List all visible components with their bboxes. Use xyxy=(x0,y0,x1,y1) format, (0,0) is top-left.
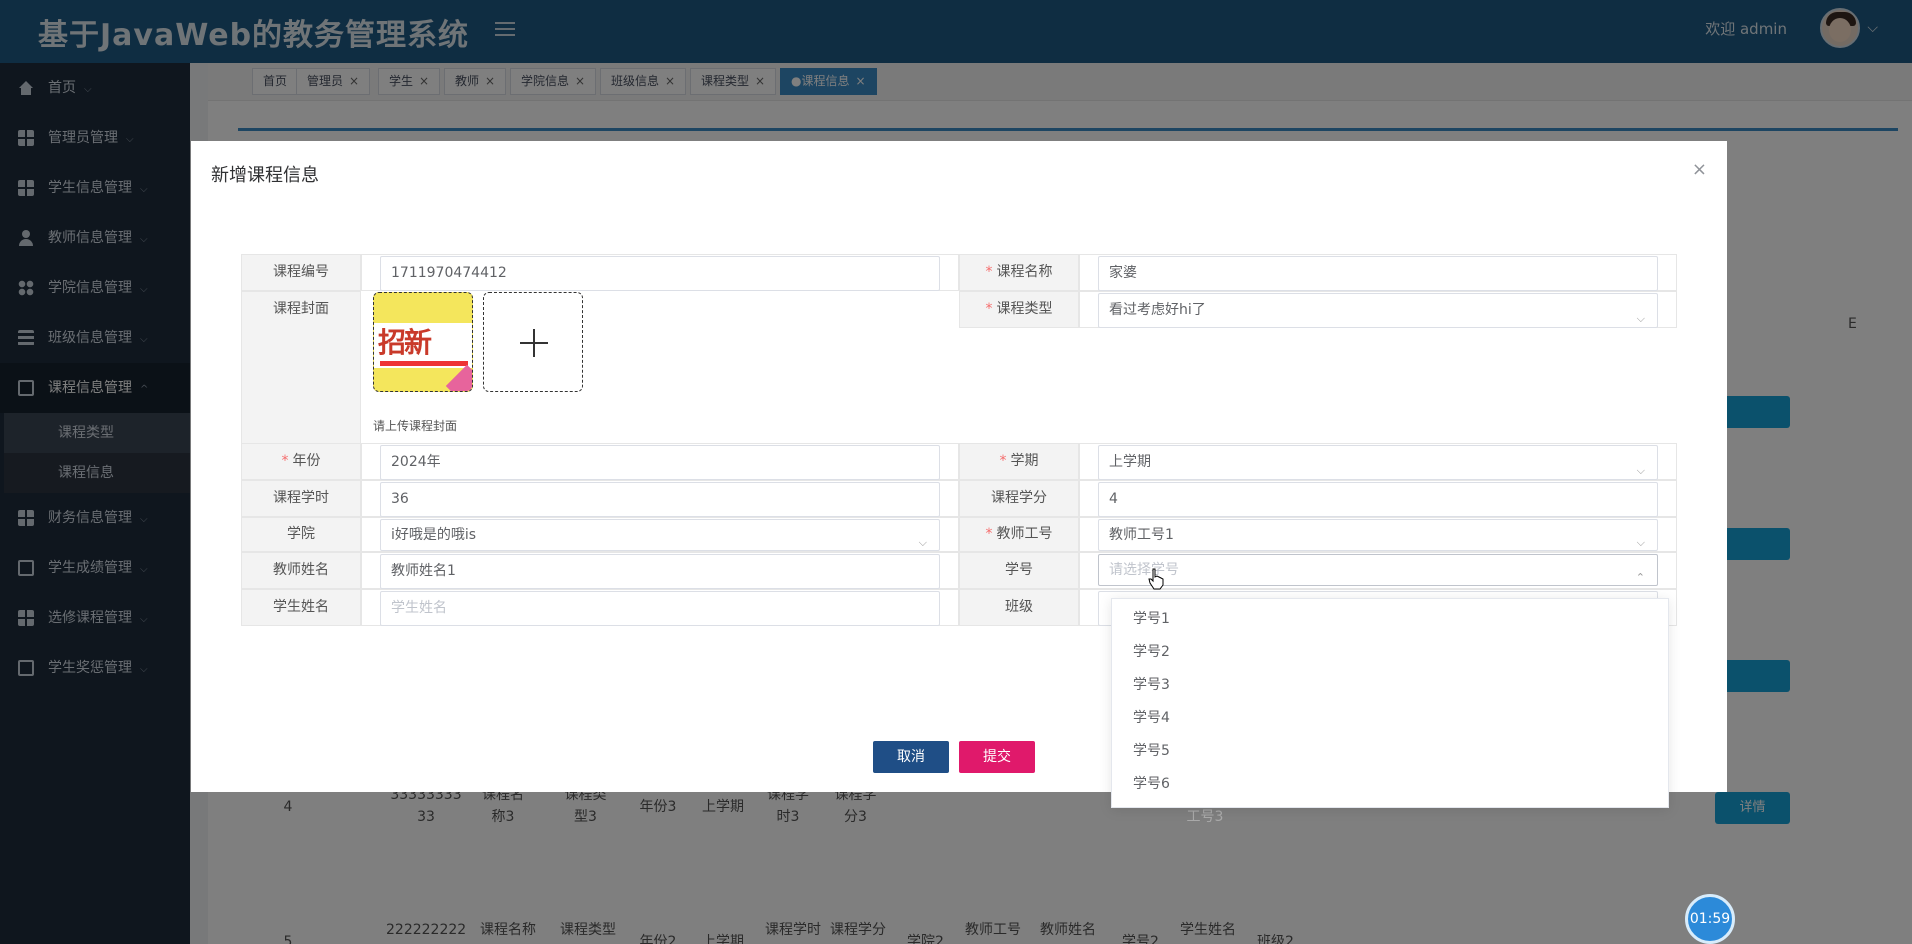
label-year: * 年份 xyxy=(241,443,361,480)
submit-button[interactable]: 提交 xyxy=(959,741,1035,773)
label-class: 班级 xyxy=(959,589,1079,626)
upload-tip: 请上传课程封面 xyxy=(373,419,458,433)
label-student-name: 学生姓名 xyxy=(241,589,361,626)
dialog-title: 新增课程信息 xyxy=(211,165,319,186)
student-id-select[interactable]: 请选择学号 ⌃ xyxy=(1098,554,1658,586)
student-name-input[interactable]: 学生姓名 xyxy=(380,591,940,626)
credit-input[interactable]: 4 xyxy=(1098,482,1658,517)
year-input[interactable]: 2024年 xyxy=(380,445,940,480)
label-teacher-name: 教师姓名 xyxy=(241,552,361,589)
hours-input[interactable]: 36 xyxy=(380,482,940,517)
cover-thumbnail[interactable]: 招新 xyxy=(373,292,473,392)
hand-cursor-icon xyxy=(1148,568,1164,590)
label-student-id: 学号 xyxy=(959,552,1079,589)
cancel-button[interactable]: 取消 xyxy=(873,741,949,773)
label-term: * 学期 xyxy=(959,443,1079,480)
timer-badge[interactable]: 01:59 xyxy=(1685,894,1735,944)
dropdown-option[interactable]: 学号6 xyxy=(1112,768,1668,801)
chevron-down-icon: ⌵ xyxy=(1636,312,1645,325)
teacher-id-select[interactable]: 教师工号1 ⌵ xyxy=(1098,519,1658,551)
label-credit: 课程学分 xyxy=(959,480,1079,517)
dropdown-option[interactable]: 学号1 xyxy=(1112,603,1668,636)
student-id-dropdown: 学号1 学号2 学号3 学号4 学号5 学号6 xyxy=(1111,598,1669,808)
dropdown-option[interactable]: 学号2 xyxy=(1112,636,1668,669)
label-teacher-id: * 教师工号 xyxy=(959,517,1079,552)
course-type-select[interactable]: 看过考虑好hi了 ⌵ xyxy=(1098,293,1658,328)
label-course-type: * 课程类型 xyxy=(959,291,1079,328)
college-select[interactable]: i好哦是的哦is ⌵ xyxy=(380,519,940,551)
label-course-name: * 课程名称 xyxy=(959,254,1079,291)
dropdown-option[interactable]: 学号3 xyxy=(1112,669,1668,702)
label-college: 学院 xyxy=(241,517,361,552)
label-course-code: 课程编号 xyxy=(241,254,361,291)
course-name-input[interactable]: 家婆 xyxy=(1098,256,1658,291)
dropdown-option[interactable]: 学号5 xyxy=(1112,735,1668,768)
label-hours: 课程学时 xyxy=(241,480,361,517)
close-icon[interactable]: × xyxy=(1692,159,1707,180)
upload-add-button[interactable] xyxy=(483,292,583,392)
term-select[interactable]: 上学期 ⌵ xyxy=(1098,445,1658,480)
dropdown-option[interactable]: 学号4 xyxy=(1112,702,1668,735)
teacher-name-input[interactable]: 教师姓名1 xyxy=(380,554,940,589)
course-code-input[interactable]: 1711970474412 xyxy=(380,256,940,291)
